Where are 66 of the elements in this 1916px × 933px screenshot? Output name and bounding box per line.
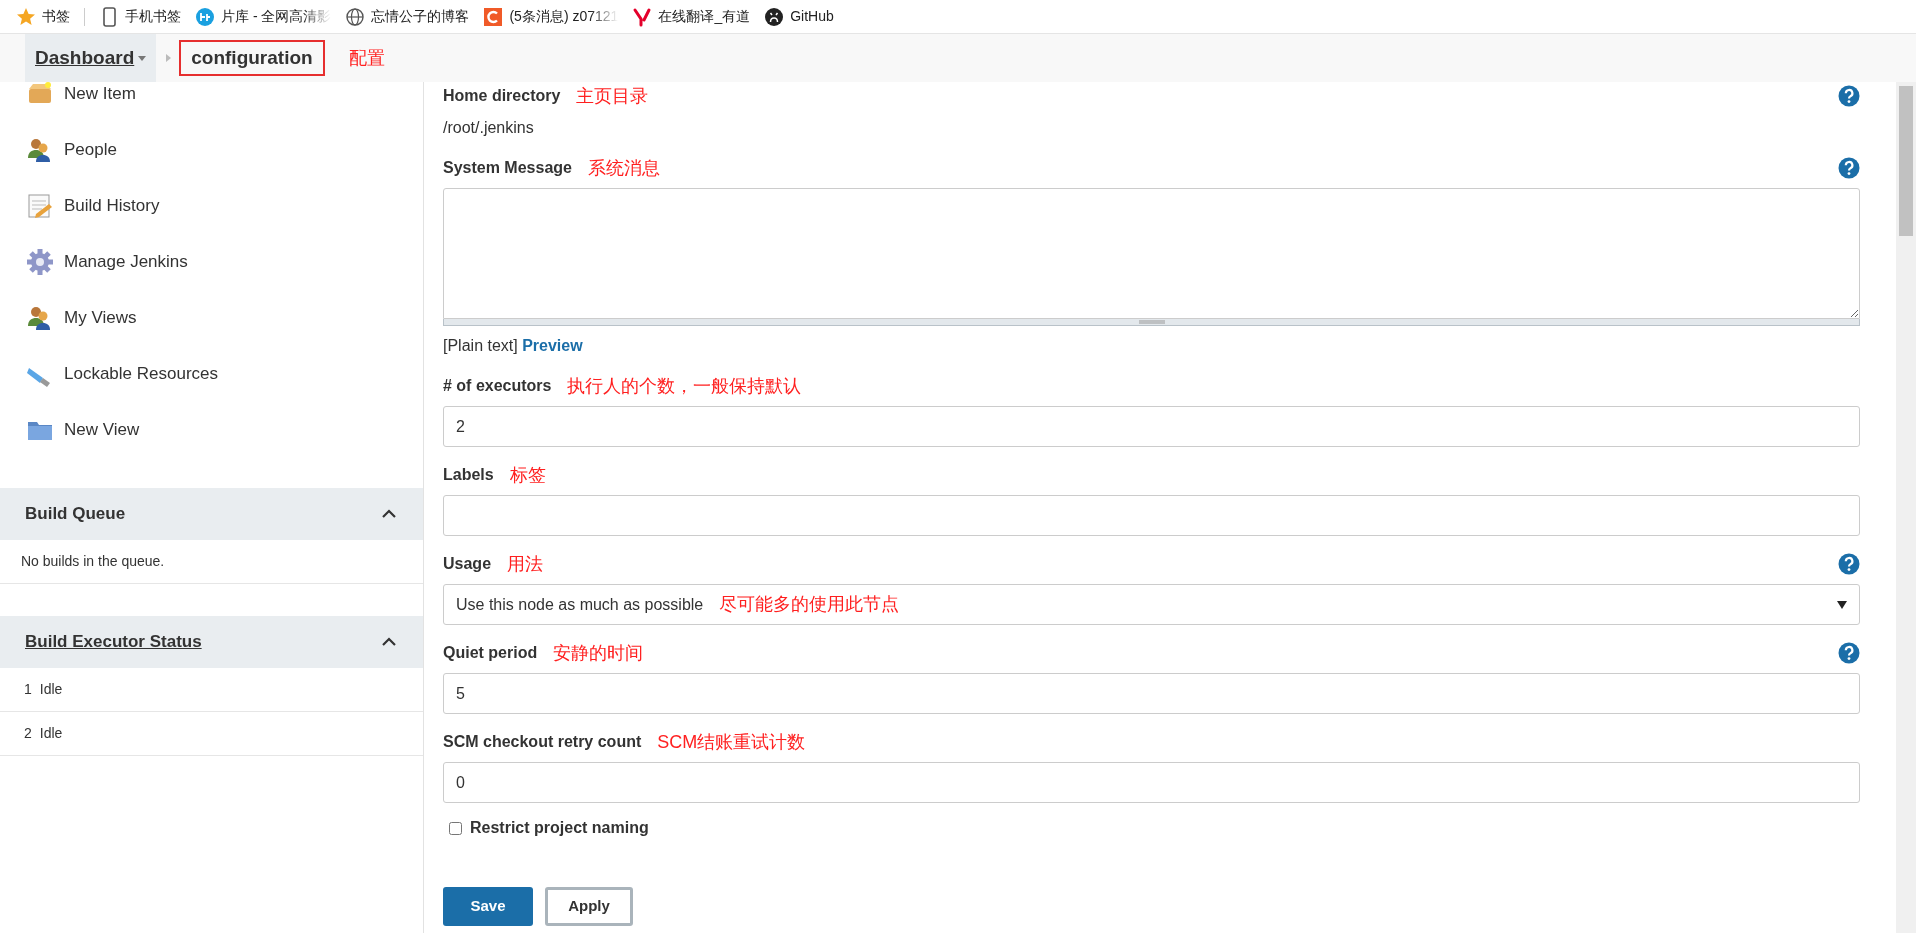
- task-link[interactable]: People: [64, 137, 117, 163]
- field-label: System Message: [443, 158, 572, 178]
- breadcrumb-link[interactable]: configuration: [179, 39, 325, 77]
- c-logo-icon[interactable]: [483, 6, 504, 27]
- annotation-text: 配置: [348, 46, 385, 70]
- caret-down-icon: [1837, 600, 1847, 609]
- chevron-icon: [166, 54, 172, 62]
- text-field[interactable]: 0: [443, 762, 1860, 803]
- executor-number: 2: [24, 724, 32, 743]
- field-label: Home directory: [443, 86, 561, 106]
- executor-number: 1: [24, 680, 32, 699]
- annotation-text: 标签: [509, 463, 546, 487]
- field-label: # of executors: [443, 376, 552, 396]
- grip-icon: [1138, 320, 1165, 324]
- format-text: [Plain text]: [443, 337, 519, 354]
- apply-button[interactable]: Apply: [545, 886, 633, 926]
- scrollbar[interactable]: [1896, 82, 1916, 933]
- task-link[interactable]: My Views: [64, 305, 137, 331]
- bookmark-link[interactable]: 在线翻译_有道: [658, 6, 751, 27]
- panel-title-link[interactable]: Build Executor Status: [25, 629, 202, 655]
- task-link[interactable]: Lockable Resources: [64, 361, 219, 387]
- save-button[interactable]: Save: [443, 886, 533, 926]
- bookmark-link[interactable]: 忘情公子的博客: [371, 6, 470, 27]
- checkbox-label: Restrict project naming: [470, 818, 649, 838]
- field-label: Labels: [443, 465, 494, 485]
- task-link[interactable]: New Item: [64, 81, 136, 107]
- bookmark-link[interactable]: 片库 - 全网高清影: [221, 6, 332, 27]
- text-field[interactable]: 5: [443, 673, 1860, 714]
- executor-status: Idle: [39, 680, 63, 699]
- empty-message: No builds in the queue.: [21, 552, 165, 571]
- help-icon[interactable]: [1838, 85, 1860, 107]
- field-label: SCM checkout retry count: [443, 732, 642, 752]
- y-logo-icon[interactable]: [632, 6, 653, 27]
- bookmark-link[interactable]: 书签: [42, 6, 70, 27]
- text-field[interactable]: 2: [443, 406, 1860, 447]
- text-field[interactable]: [443, 495, 1860, 536]
- field-value: /root/.jenkins: [443, 118, 535, 138]
- help-icon[interactable]: [1838, 642, 1860, 664]
- breadcrumb-link[interactable]: Dashboard: [25, 34, 157, 82]
- executor-status: Idle: [39, 724, 63, 743]
- field-label: Usage: [443, 554, 492, 574]
- bookmark-link[interactable]: 手机书签: [125, 6, 181, 27]
- help-icon[interactable]: [1838, 157, 1860, 179]
- field-label: Quiet period: [443, 643, 538, 663]
- bookmark-link[interactable]: GitHub: [790, 6, 834, 27]
- task-link[interactable]: Build History: [64, 193, 160, 219]
- caret-down-icon: [138, 55, 147, 61]
- app-icon[interactable]: [195, 6, 215, 27]
- globe-icon[interactable]: [345, 6, 366, 27]
- annotation-text: 执行人的个数，一般保持默认: [567, 374, 802, 398]
- checkbox[interactable]: [449, 821, 462, 835]
- annotation-text: 系统消息: [587, 156, 660, 180]
- panel-title: Build Queue: [25, 503, 126, 526]
- annotation-text: 安静的时间: [553, 641, 644, 665]
- help-icon[interactable]: [1838, 553, 1860, 575]
- select-field[interactable]: Use this node as much as possible 尽可能多的使用此节点: [443, 584, 1860, 625]
- task-link[interactable]: Manage Jenkins: [64, 249, 188, 275]
- annotation-text: SCM结账重试计数: [657, 730, 806, 754]
- gear-icon[interactable]: [26, 248, 54, 276]
- annotation-text: 尽可能多的使用此节点: [719, 593, 900, 616]
- star-icon[interactable]: [16, 6, 36, 27]
- annotation-text: 用法: [507, 552, 544, 576]
- resize-handle[interactable]: [443, 319, 1860, 326]
- task-link[interactable]: New View: [64, 417, 140, 443]
- annotation-text: 主页目录: [576, 84, 649, 108]
- preview-link[interactable]: Preview: [522, 337, 583, 354]
